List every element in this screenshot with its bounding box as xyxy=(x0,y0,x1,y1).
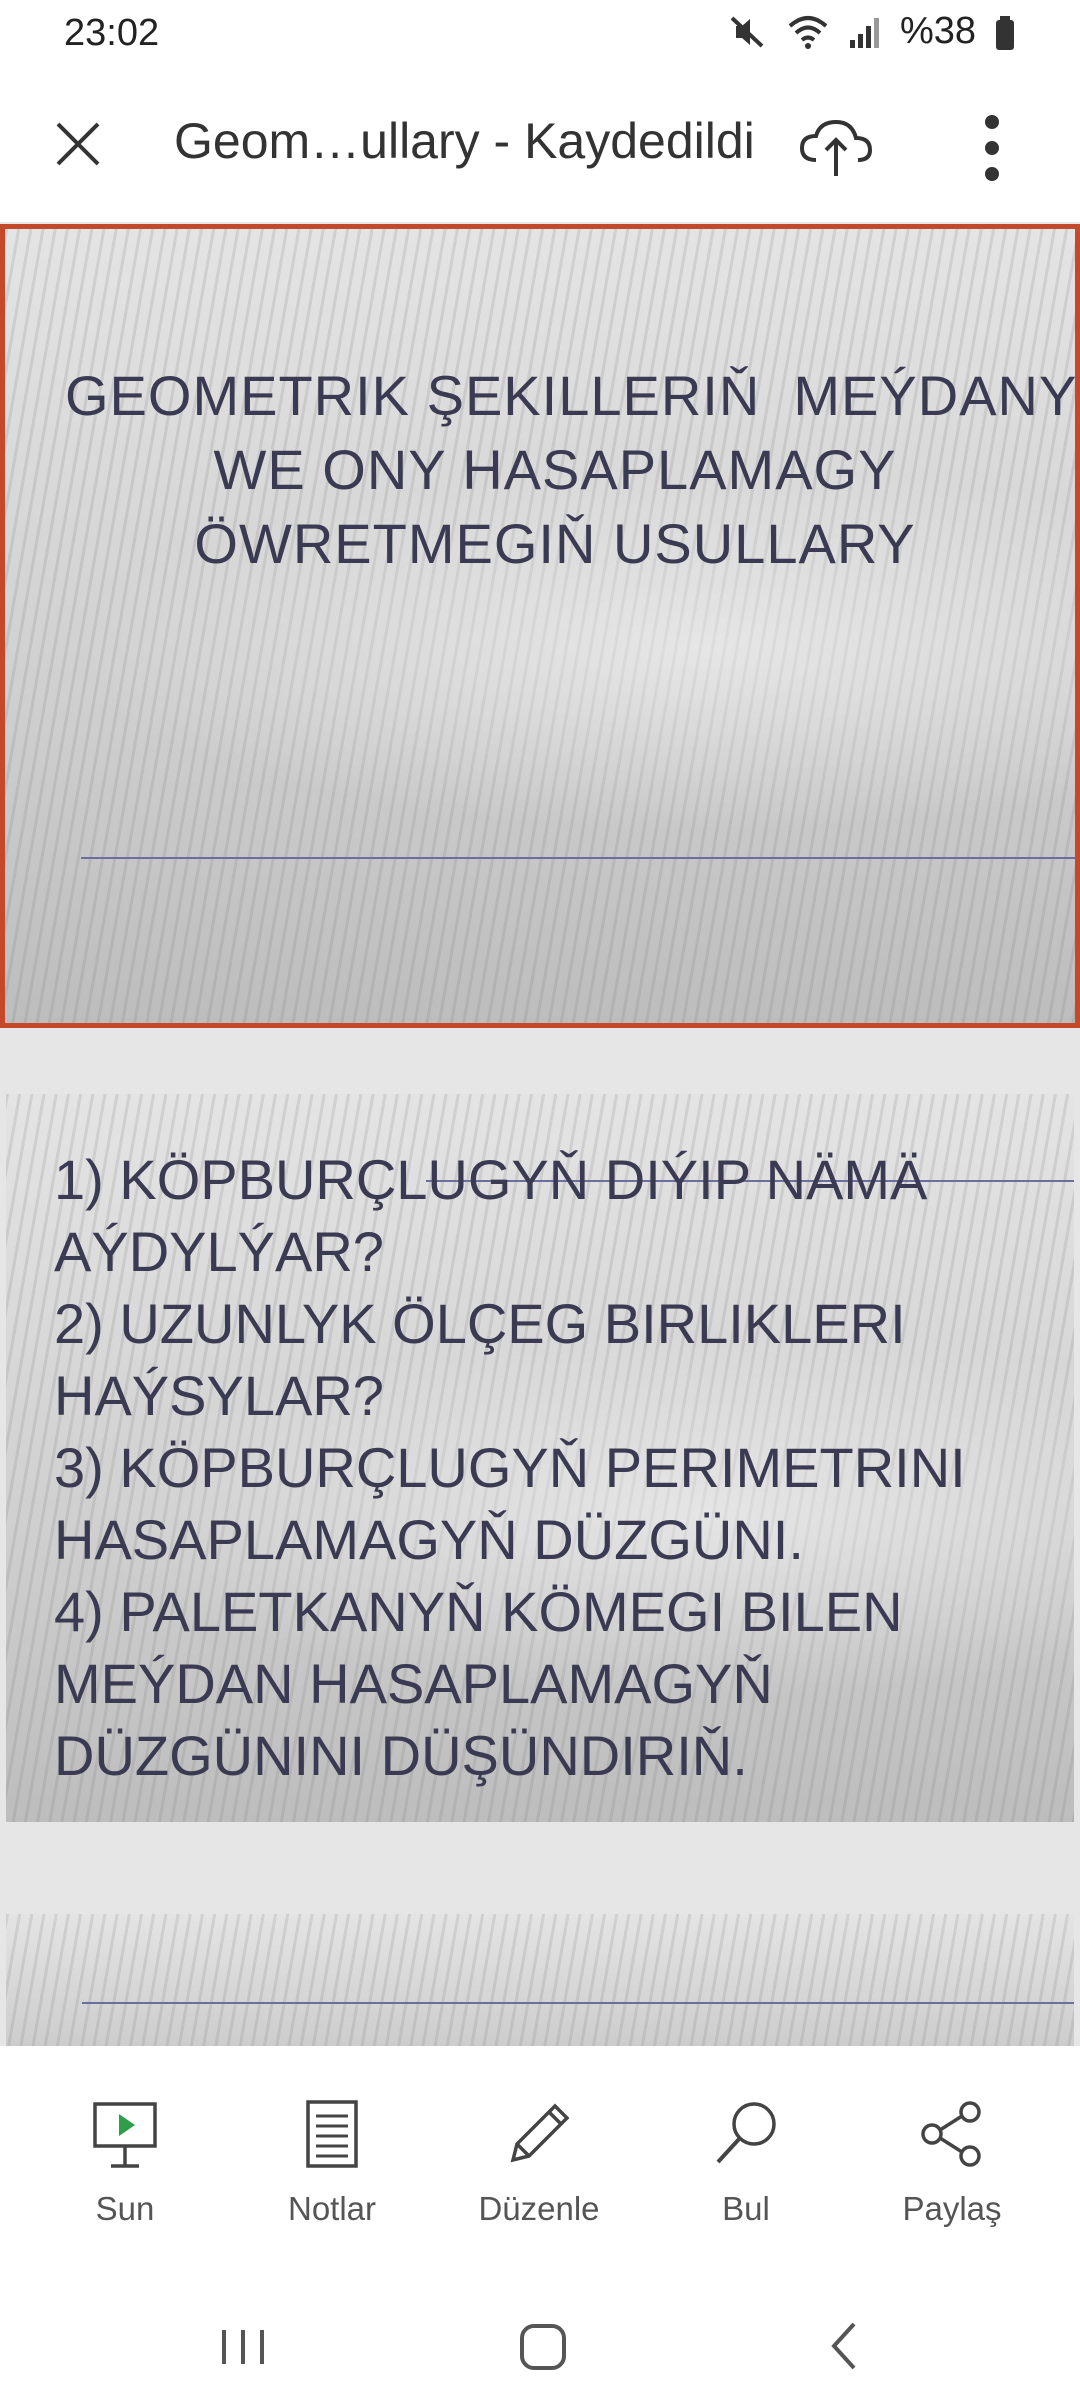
document-title: Geom…ullary - Kaydedildi xyxy=(174,113,755,169)
slide-divider-line xyxy=(82,2002,1074,2004)
slide-2-line: AÝDYLÝAR? xyxy=(54,1220,384,1283)
slide-divider-line xyxy=(81,857,1075,859)
bottom-toolbar: Sun Notlar Düzenle Bul Paylaş xyxy=(0,2046,1080,2276)
present-label: Sun xyxy=(95,2190,155,2227)
notes-button[interactable]: Notlar xyxy=(242,2096,422,2228)
status-icons: %38 xyxy=(728,10,1016,53)
slide-2-line: 1) KÖPBURÇLUGYŇ DIÝIP NÄMÄ xyxy=(54,1148,928,1211)
battery-icon xyxy=(996,15,1014,50)
slide-2-line: DÜZGÜNINI DÜŞÜNDIRIŇ. xyxy=(54,1724,748,1787)
slide-2-line: 3) KÖPBURÇLUGYŇ PERIMETRINI xyxy=(54,1436,966,1499)
status-time: 23:02 xyxy=(64,12,160,54)
share-button[interactable]: Paylaş xyxy=(862,2096,1042,2228)
slide-1-title-line: GEOMETRIK ŞEKILLERIŇ MEÝDANY xyxy=(65,364,1078,427)
find-label: Bul xyxy=(722,2190,770,2227)
search-icon xyxy=(716,2102,776,2164)
status-bar: 23:02 %38 xyxy=(0,0,1080,72)
slide-2-line: HAÝSYLAR? xyxy=(54,1364,384,1427)
recent-apps-icon[interactable] xyxy=(208,2316,278,2376)
back-icon[interactable] xyxy=(810,2316,880,2376)
share-icon xyxy=(921,2101,981,2167)
battery-percent: %38 xyxy=(899,10,976,52)
slide-2[interactable]: 1) KÖPBURÇLUGYŇ DIÝIP NÄMÄ AÝDYLÝAR? 2) … xyxy=(6,1094,1074,1822)
home-icon[interactable] xyxy=(508,2316,578,2376)
more-options-icon[interactable] xyxy=(962,108,1022,188)
edit-label: Düzenle xyxy=(478,2190,600,2227)
wifi-icon xyxy=(788,15,828,49)
slide-2-body: 1) KÖPBURÇLUGYŇ DIÝIP NÄMÄ AÝDYLÝAR? 2) … xyxy=(54,1144,1054,1792)
app-bar: Geom…ullary - Kaydedildi xyxy=(0,72,1080,224)
slide-1-title-line: ÖWRETMEGIŇ USULLARY xyxy=(194,512,916,575)
pencil-icon xyxy=(510,2103,570,2163)
present-icon xyxy=(93,2102,157,2168)
slide-2-line: MEÝDAN HASAPLAMAGYŇ xyxy=(54,1652,773,1715)
signal-icon xyxy=(849,17,879,48)
notes-icon xyxy=(306,2100,358,2168)
slide-2-line: HASAPLAMAGYŇ DÜZGÜNI. xyxy=(54,1508,804,1571)
system-navigation-bar xyxy=(0,2276,1080,2408)
find-button[interactable]: Bul xyxy=(656,2096,836,2228)
share-label: Paylaş xyxy=(902,2190,1002,2227)
close-icon[interactable] xyxy=(46,112,110,176)
slide-1-title: GEOMETRIK ŞEKILLERIŇ MEÝDANY WE ONY HASA… xyxy=(65,359,1078,581)
slide-3[interactable] xyxy=(6,1914,1074,2046)
slides-view[interactable]: GEOMETRIK ŞEKILLERIŇ MEÝDANY WE ONY HASA… xyxy=(0,222,1080,2046)
edit-button[interactable]: Düzenle xyxy=(449,2096,629,2228)
present-button[interactable]: Sun xyxy=(35,2096,215,2228)
mute-icon xyxy=(730,16,764,47)
cloud-upload-icon[interactable] xyxy=(796,110,876,180)
slide-2-line: 2) UZUNLYK ÖLÇEG BIRLIKLERI xyxy=(54,1292,906,1355)
slide-1[interactable]: GEOMETRIK ŞEKILLERIŇ MEÝDANY WE ONY HASA… xyxy=(0,224,1080,1028)
slide-1-title-line: WE ONY HASAPLAMAGY xyxy=(213,438,897,501)
notes-label: Notlar xyxy=(287,2190,377,2227)
slide-2-line: 4) PALETKANYŇ KÖMEGI BILEN xyxy=(54,1580,903,1643)
